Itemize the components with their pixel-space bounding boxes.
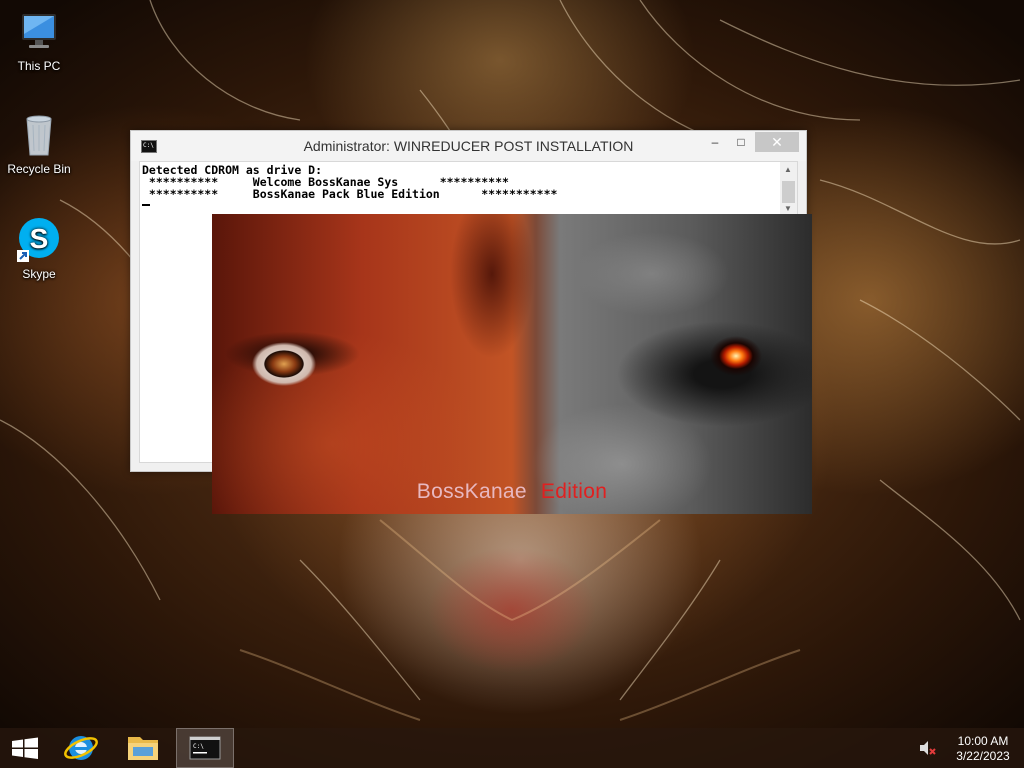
skype-icon: S: [15, 216, 63, 264]
console-titlebar[interactable]: C:\ Administrator: WINREDUCER POST INSTA…: [131, 131, 806, 161]
splash-caption-brand: BossKanae: [416, 480, 527, 503]
windows-logo-icon: [12, 737, 38, 759]
taskbar-internet-explorer[interactable]: [54, 728, 108, 768]
desktop-icon-label: This PC: [17, 59, 61, 73]
maximize-button[interactable]: □: [728, 132, 754, 152]
splash-image: BossKanae Edition: [212, 214, 812, 514]
console-line: ********** BossKanae Pack Blue Edition *…: [142, 187, 558, 201]
desktop-icon-label: Skype: [22, 267, 56, 281]
desktop-icon-skype[interactable]: S Skype: [1, 216, 77, 281]
volume-muted-icon[interactable]: [918, 740, 938, 756]
taskbar-clock[interactable]: 10:00 AM 3/22/2023: [950, 734, 1016, 764]
cmd-icon: C:\: [189, 736, 221, 760]
splash-eye-right: [682, 332, 782, 378]
svg-text:C:\: C:\: [193, 743, 204, 750]
close-button[interactable]: ✕: [755, 132, 799, 152]
desktop-icon-recycle-bin[interactable]: Recycle Bin: [1, 111, 77, 176]
taskbar-command-prompt[interactable]: C:\: [176, 728, 234, 768]
folder-icon: [128, 737, 158, 760]
computer-icon: [15, 8, 63, 56]
desktop-icon-label: Recycle Bin: [7, 162, 71, 176]
clock-time: 10:00 AM: [957, 734, 1009, 748]
clock-date: 3/22/2023: [956, 749, 1010, 763]
ie-icon: [64, 736, 98, 760]
taskbar: C:\ 10:00 AM 3/22/2023: [0, 728, 1024, 768]
splash-eye-left: [222, 342, 372, 390]
start-button[interactable]: [0, 728, 50, 768]
text-cursor: [142, 204, 150, 206]
desktop-icon-this-pc[interactable]: This PC: [1, 8, 77, 73]
scroll-up-arrow-icon[interactable]: ▲: [784, 165, 792, 174]
recycle-bin-icon: [15, 111, 63, 159]
console-text: Detected CDROM as drive D: ********** We…: [142, 164, 557, 206]
scrollbar-thumb[interactable]: [782, 181, 795, 203]
svg-text:S: S: [30, 223, 49, 254]
vertical-scrollbar[interactable]: ▲ ▼: [780, 162, 797, 214]
scroll-down-arrow-icon[interactable]: ▼: [784, 204, 792, 213]
splash-caption-edition: Edition: [540, 480, 608, 503]
splash-caption: BossKanae Edition: [212, 480, 812, 504]
minimize-button[interactable]: –: [702, 132, 728, 152]
taskbar-file-explorer[interactable]: [116, 728, 170, 768]
